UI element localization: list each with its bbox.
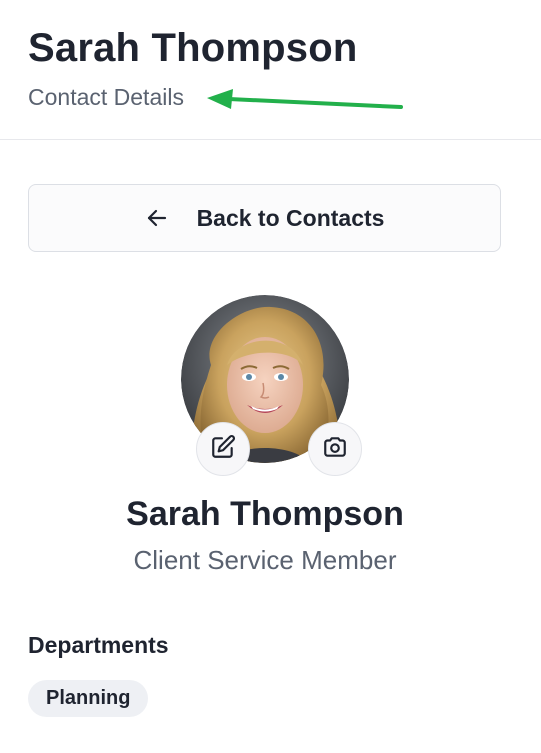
edit-photo-button[interactable] bbox=[196, 422, 250, 476]
edit-icon bbox=[210, 434, 236, 465]
profile-name: Sarah Thompson bbox=[126, 495, 404, 533]
page-header: Sarah Thompson Contact Details bbox=[0, 0, 541, 140]
department-tag: Planning bbox=[28, 680, 149, 717]
camera-icon bbox=[322, 434, 348, 465]
annotation-arrow-icon bbox=[207, 89, 403, 109]
camera-button[interactable] bbox=[308, 422, 362, 476]
page-title: Sarah Thompson bbox=[28, 26, 358, 70]
arrow-left-icon bbox=[145, 206, 169, 230]
profile-role: Client Service Member bbox=[133, 545, 397, 575]
page-subtitle: Contact Details bbox=[28, 84, 184, 110]
back-button-label: Back to Contacts bbox=[196, 204, 385, 231]
departments-heading: Departments bbox=[28, 632, 169, 658]
back-to-contacts-button[interactable]: Back to Contacts bbox=[28, 184, 501, 252]
